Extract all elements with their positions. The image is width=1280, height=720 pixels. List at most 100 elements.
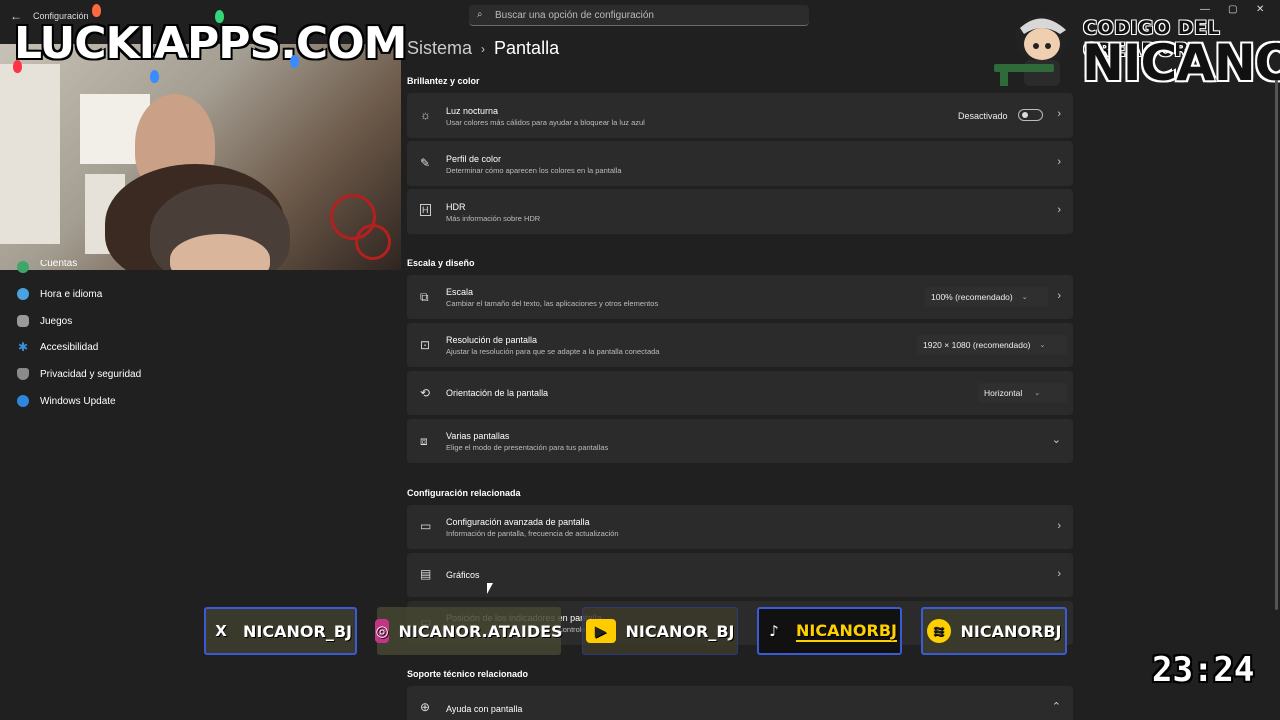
nav-item-windows-update[interactable]: Windows Update	[17, 391, 116, 411]
card-title: Varias pantallas	[446, 431, 510, 441]
card-subtitle: Ajustar la resolución para que se adapte…	[446, 347, 660, 356]
nav-item-privacidad[interactable]: Privacidad y seguridad	[17, 364, 141, 384]
nav-item-juegos[interactable]: Juegos	[17, 311, 72, 331]
breadcrumb-parent[interactable]: Sistema	[407, 38, 472, 59]
webcam-overlay	[0, 44, 401, 270]
social-handle: NICANOR_BJ	[243, 621, 352, 641]
social-handle: NICANOR.ATAIDES	[398, 621, 563, 641]
nav-item-accesibilidad[interactable]: ✱ Accesibilidad	[17, 337, 98, 357]
multi-display-card[interactable]: ⧈ Varias pantallas Elige el modo de pres…	[407, 419, 1073, 463]
scale-card[interactable]: ⧉ Escala Cambiar el tamaño del texto, la…	[407, 275, 1073, 319]
creator-name: NICANOR	[1082, 34, 1280, 92]
nav-label: Juegos	[40, 315, 73, 327]
card-title: Luz nocturna	[446, 106, 499, 116]
chevron-right-icon: ›	[1057, 290, 1061, 302]
dropdown-value: Horizontal	[984, 388, 1023, 398]
card-title: Escala	[446, 287, 474, 297]
multi-monitor-icon: ⧈	[420, 434, 428, 448]
creator-avatar	[994, 14, 1068, 86]
gamepad-icon	[17, 315, 29, 327]
maximize-icon[interactable]: ▢	[1228, 4, 1237, 15]
toggle-state-label: Desactivado	[958, 111, 1008, 121]
color-profile-card[interactable]: ✎ Perfil de color Determinar cómo aparec…	[407, 141, 1073, 186]
spotify-icon: ≋	[926, 619, 951, 643]
social-youtube-banner: ▶ NICANOR_BJ	[582, 607, 738, 655]
globe-icon: ⊕	[420, 700, 431, 714]
update-icon	[17, 395, 29, 407]
resolution-card[interactable]: ⊡ Resolución de pantalla Ajustar la reso…	[407, 323, 1073, 367]
card-title: Ayuda con pantalla	[446, 704, 523, 714]
resize-icon: ⧉	[420, 290, 429, 304]
nav-label: Privacidad y seguridad	[40, 368, 142, 380]
hdr-card[interactable]: H HDR Más información sobre HDR ›	[407, 189, 1073, 234]
dropdown-value: 100% (recomendado)	[931, 292, 1013, 302]
nav-label: Windows Update	[40, 395, 116, 407]
graphics-card[interactable]: ▤ Gráficos ›	[407, 553, 1073, 597]
card-title: HDR	[446, 202, 466, 212]
chevron-down-icon: ⌄	[1034, 390, 1041, 397]
chevron-down-icon: ⌄	[1021, 294, 1028, 301]
section-heading-related: Configuración relacionada	[407, 488, 521, 498]
chevron-right-icon: ›	[1057, 108, 1061, 120]
card-title: Orientación de la pantalla	[446, 388, 549, 398]
dropdown-value: 1920 × 1080 (recomendado)	[923, 340, 1031, 350]
card-title: Resolución de pantalla	[446, 335, 538, 345]
help-card[interactable]: ⊕ Ayuda con pantalla ⌃	[407, 686, 1073, 720]
night-light-card[interactable]: ☼ Luz nocturna Usar colores más cálidos …	[407, 93, 1073, 138]
site-logo: LUCKIAPPS.COM	[14, 18, 407, 69]
card-subtitle: Usar colores más cálidos para ayudar a b…	[446, 118, 645, 127]
orientation-card[interactable]: ⟲ Orientación de la pantalla Horizontal …	[407, 371, 1073, 415]
accessibility-icon: ✱	[17, 340, 29, 354]
chevron-right-icon: ›	[1057, 520, 1061, 532]
card-subtitle: Cambiar el tamaño del texto, las aplicac…	[446, 299, 659, 308]
search-input[interactable]: ⌕ Buscar una opción de configuración	[469, 5, 809, 26]
minimize-icon[interactable]: —	[1200, 4, 1210, 15]
social-handle: NICANORBJ	[796, 620, 897, 642]
nav-label: Cuentas	[40, 260, 78, 269]
chevron-down-icon[interactable]: ⌄	[1052, 433, 1061, 446]
youtube-icon: ▶	[585, 619, 616, 643]
sun-icon: ☼	[420, 108, 431, 122]
globe-clock-icon	[17, 288, 29, 300]
scrollbar[interactable]	[1275, 80, 1278, 610]
chevron-right-icon: ›	[1057, 568, 1061, 580]
section-heading-support: Soporte técnico relacionado	[407, 669, 529, 679]
chevron-up-icon[interactable]: ⌃	[1052, 700, 1061, 713]
advanced-display-card[interactable]: ▭ Configuración avanzada de pantalla Inf…	[407, 505, 1073, 549]
card-subtitle: Más información sobre HDR	[446, 214, 541, 223]
account-icon	[17, 261, 29, 273]
nav-label: Hora e idioma	[40, 288, 103, 300]
nav-item-hora-idioma[interactable]: Hora e idioma	[17, 284, 102, 304]
social-handle: NICANORBJ	[960, 621, 1062, 641]
close-icon[interactable]: ✕	[1256, 4, 1264, 15]
social-instagram-banner: ◎ NICANOR.ATAIDES	[375, 607, 563, 655]
card-title: Gráficos	[446, 570, 480, 580]
social-tiktok-banner: ♪ NICANORBJ	[757, 607, 902, 655]
resolution-icon: ⊡	[420, 338, 431, 352]
social-spotify-banner: ≋ NICANORBJ	[921, 607, 1067, 655]
pen-icon: ✎	[420, 156, 431, 170]
monitor-icon: ▭	[420, 519, 432, 533]
instagram-icon: ◎	[375, 619, 389, 643]
social-x-banner: X NICANOR_BJ	[204, 607, 357, 655]
resolution-dropdown[interactable]: 1920 × 1080 (recomendado) ⌄	[917, 335, 1067, 355]
card-subtitle: Determinar cómo aparecen los colores en …	[446, 166, 622, 175]
orientation-dropdown[interactable]: Horizontal ⌄	[978, 383, 1067, 403]
nav-item-cuentas[interactable]: Cuentas	[17, 260, 77, 274]
scale-dropdown[interactable]: 100% (recomendado) ⌄	[925, 287, 1048, 307]
social-handle: NICANOR_BJ	[625, 621, 735, 641]
hdr-icon: H	[420, 204, 431, 216]
card-subtitle: Información de pantalla, frecuencia de a…	[446, 529, 619, 538]
stream-clock: 23:24	[1152, 650, 1255, 690]
rotate-screen-icon: ⟲	[420, 386, 431, 400]
night-light-toggle[interactable]	[1018, 109, 1043, 121]
chevron-right-icon: ›	[1057, 156, 1061, 168]
breadcrumb: Sistema › Pantalla	[407, 38, 559, 59]
chevron-right-icon: ›	[481, 41, 486, 56]
card-title: Perfil de color	[446, 154, 502, 164]
card-title: Configuración avanzada de pantalla	[446, 517, 590, 527]
card-subtitle: Elige el modo de presentación para tus p…	[446, 443, 609, 452]
search-placeholder: Buscar una opción de configuración	[495, 10, 654, 21]
section-heading-scale: Escala y diseño	[407, 258, 475, 268]
tiktok-icon: ♪	[769, 622, 779, 640]
